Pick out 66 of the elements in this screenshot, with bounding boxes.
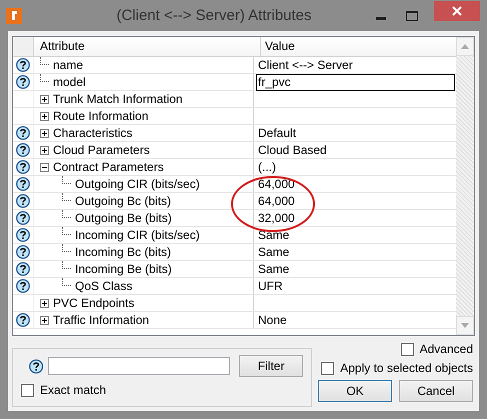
expand-icon[interactable] <box>40 128 49 138</box>
attribute-value: Client <--> Server <box>257 58 353 72</box>
attribute-name: Trunk Match Information <box>53 92 183 106</box>
checkbox-label: Advanced <box>420 342 473 356</box>
close-icon <box>452 6 462 16</box>
attribute-value: Same <box>257 262 290 276</box>
app-icon <box>6 8 22 24</box>
attribute-value: 64,000 <box>257 194 295 208</box>
attribute-name: Characteristics <box>53 126 132 140</box>
attribute-value: 32,000 <box>257 211 295 225</box>
attribute-name: Outgoing Be (bits) <box>75 211 172 225</box>
attribute-value: None <box>257 313 287 327</box>
help-icon[interactable] <box>16 262 30 276</box>
expand-icon[interactable] <box>40 298 49 308</box>
attribute-value: (...) <box>257 160 276 174</box>
attribute-name: Contract Parameters <box>53 160 164 174</box>
attribute-name: Incoming Bc (bits) <box>75 245 172 259</box>
attribute-value: Cloud Based <box>257 143 327 157</box>
help-icon[interactable] <box>16 228 30 242</box>
checkbox[interactable] <box>21 384 34 396</box>
help-icon[interactable] <box>16 279 30 293</box>
help-icon[interactable] <box>16 160 30 174</box>
attribute-name: Route Information <box>53 109 148 123</box>
help-icon[interactable] <box>16 177 30 191</box>
help-icon[interactable] <box>16 58 30 72</box>
checkbox-label: Exact match <box>40 383 106 397</box>
attribute-name: Incoming Be (bits) <box>75 262 172 276</box>
ok-button[interactable]: OK <box>318 380 392 402</box>
close-button[interactable] <box>434 0 480 20</box>
column-header[interactable]: Attribute <box>34 37 261 56</box>
help-icon[interactable] <box>16 245 30 259</box>
checkbox[interactable] <box>321 362 334 374</box>
help-icon[interactable] <box>16 143 30 157</box>
help-icon[interactable] <box>16 126 30 140</box>
attribute-value: Default <box>257 126 296 140</box>
help-icon[interactable] <box>16 194 30 208</box>
attribute-name: Cloud Parameters <box>53 143 150 157</box>
help-icon[interactable] <box>16 211 30 225</box>
attribute-name: model <box>53 75 86 89</box>
attribute-value: Same <box>257 228 290 242</box>
help-icon[interactable] <box>16 313 30 327</box>
help-icon[interactable] <box>16 75 30 89</box>
attribute-name: Incoming CIR (bits/sec) <box>75 228 200 242</box>
attribute-name: Outgoing CIR (bits/sec) <box>75 177 200 191</box>
expand-icon[interactable] <box>40 316 49 324</box>
expand-icon[interactable] <box>40 112 49 120</box>
help-icon[interactable] <box>29 358 44 374</box>
attribute-name: name <box>53 58 84 72</box>
attribute-value: Same <box>257 245 290 259</box>
value-field[interactable]: fr_pvc <box>256 74 455 90</box>
attribute-name: Outgoing Bc (bits) <box>75 194 172 208</box>
filter-button[interactable]: Filter <box>239 355 303 377</box>
cancel-button[interactable]: Cancel <box>399 380 473 402</box>
collapse-icon[interactable] <box>40 162 49 172</box>
checkbox-label: Apply to selected objects <box>340 361 473 375</box>
expand-icon[interactable] <box>40 94 49 104</box>
attribute-value: UFR <box>257 279 283 293</box>
attribute-value: 64,000 <box>257 177 295 191</box>
checkbox[interactable] <box>400 342 414 356</box>
maximize-icon[interactable] <box>406 10 418 20</box>
expand-icon[interactable] <box>40 146 49 154</box>
attribute-name: QoS Class <box>75 279 132 293</box>
attribute-name: Traffic Information <box>53 313 150 327</box>
attribute-name: PVC Endpoints <box>53 296 134 310</box>
filter-field[interactable] <box>48 357 230 375</box>
window-title: (Client <--> Server) Attributes <box>115 7 313 24</box>
